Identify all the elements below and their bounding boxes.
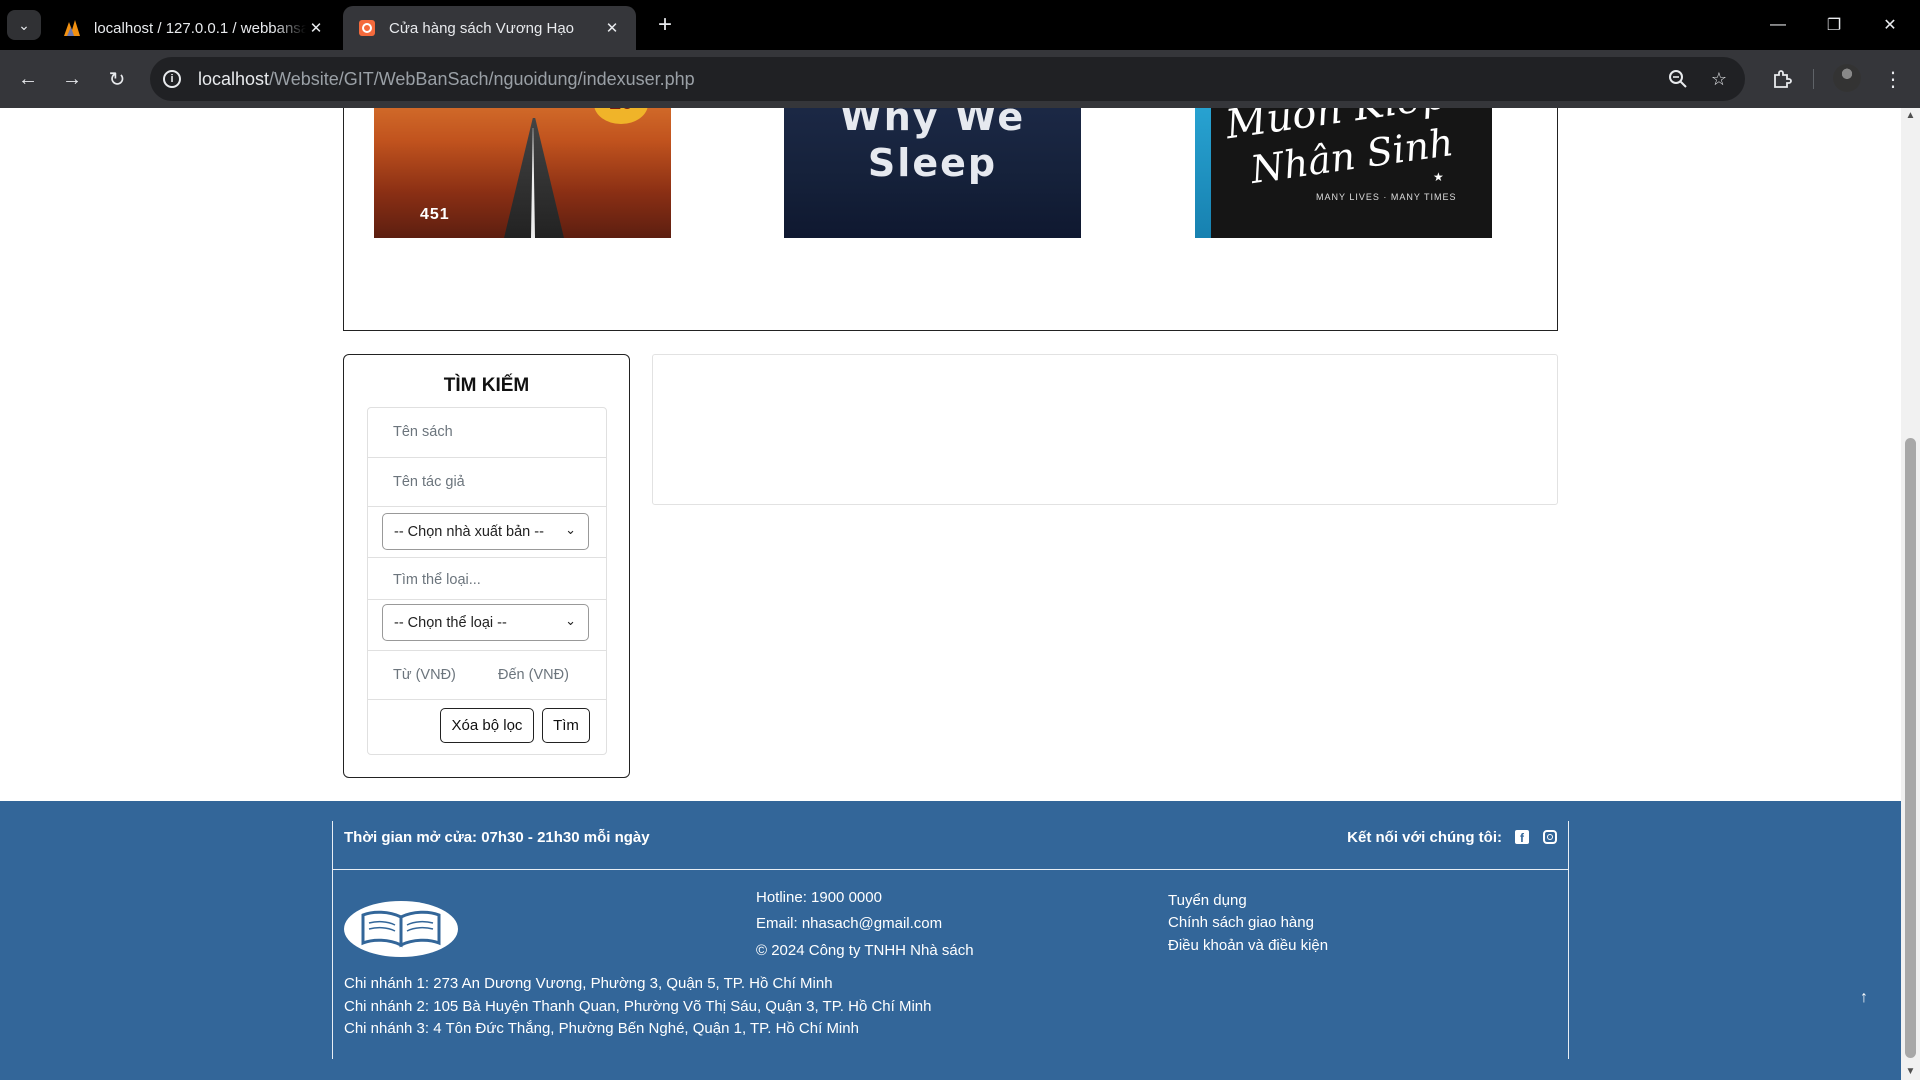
branch-address: Chi nhánh 1: 273 An Dương Vương, Phường … — [344, 975, 833, 992]
link-terms[interactable]: Điều khoản và điều kiện — [1168, 935, 1328, 957]
tab-bookstore[interactable]: Cửa hàng sách Vương Hạo ✕ — [343, 6, 636, 50]
browser-toolbar: ← → ↻ i localhost/Website/GIT/WebBanSach… — [0, 50, 1920, 108]
book-cover-subtitle: MANY LIVES · MANY TIMES — [1316, 192, 1457, 202]
window-close-icon[interactable]: ✕ — [1862, 0, 1918, 50]
toolbar-divider — [1813, 69, 1814, 89]
search-panel: TÌM KIẾM Tên sách Tên tác giả -- Chọn nh… — [343, 354, 630, 778]
publisher-select[interactable]: -- Chọn nhà xuất bản -- ⌄ — [382, 513, 589, 550]
phpmyadmin-icon — [62, 18, 82, 38]
footer: Thời gian mở cửa: 07h30 - 21h30 mỗi ngày… — [0, 801, 1901, 1080]
hotline: Hotline: 1900 0000 — [756, 889, 882, 906]
button-row: Xóa bộ lọc Tìm — [368, 700, 606, 755]
category-select-value: -- Chọn thể loại -- — [394, 614, 507, 631]
chevron-down-icon: ⌄ — [565, 522, 576, 537]
clear-filter-button[interactable]: Xóa bộ lọc — [440, 708, 534, 743]
price-range-row: Từ (VNĐ) Đến (VNĐ) — [368, 651, 606, 700]
page-viewport: 10 451 Why We Sleep Muôn Kiếp Nhân Sinh … — [0, 108, 1901, 1080]
site-favicon — [357, 18, 377, 38]
star-icon: ★ — [1433, 170, 1444, 184]
close-icon[interactable]: ✕ — [306, 19, 326, 37]
footer-content: Thời gian mở cửa: 07h30 - 21h30 mỗi ngày… — [332, 821, 1569, 1059]
author-placeholder: Tên tác giả — [393, 474, 465, 490]
email: Email: nhasach@gmail.com — [756, 915, 943, 932]
book-cover[interactable]: 10 451 — [374, 108, 671, 238]
category-search-placeholder: Tìm thể loại... — [393, 572, 481, 588]
more-menu-icon[interactable]: ⋮ — [1877, 63, 1909, 95]
link-careers[interactable]: Tuyển dụng — [1168, 890, 1247, 912]
browser-tab-bar: ⌄ localhost / 127.0.0.1 / webbansach ✕ C… — [0, 0, 1920, 50]
opening-hours: Thời gian mở cửa: 07h30 - 21h30 mỗi ngày — [344, 829, 650, 846]
close-icon[interactable]: ✕ — [602, 19, 622, 37]
tab-search-button[interactable]: ⌄ — [7, 10, 41, 40]
price-to-field[interactable]: Đến (VNĐ) — [498, 667, 568, 683]
address-bar[interactable]: i localhost/Website/GIT/WebBanSach/nguoi… — [150, 57, 1745, 101]
reload-icon[interactable]: ↻ — [101, 63, 133, 95]
url-text[interactable]: localhost/Website/GIT/WebBanSach/nguoidu… — [198, 69, 695, 90]
cover-stripe — [1195, 108, 1211, 238]
book-cover-title: Why We Sleep — [839, 108, 1026, 185]
copyright: © 2024 Công ty TNHH Nhà sách — [756, 942, 974, 959]
publisher-logo: 451 — [420, 206, 450, 223]
instagram-icon[interactable] — [1542, 829, 1558, 845]
search-button[interactable]: Tìm — [542, 708, 590, 743]
search-form: Tên sách Tên tác giả -- Chọn nhà xuất bả… — [367, 407, 607, 755]
category-row: -- Chọn thể loại -- ⌄ — [368, 600, 606, 651]
author-field[interactable]: Tên tác giả — [368, 458, 606, 507]
tab-title: localhost / 127.0.0.1 / webbansach — [94, 19, 306, 37]
connect-label: Kết nối với chúng tôi: — [1347, 829, 1502, 846]
link-shipping-policy[interactable]: Chính sách giao hàng — [1168, 912, 1314, 934]
chevron-down-icon: ⌄ — [565, 613, 576, 628]
tab-title: Cửa hàng sách Vương Hạo — [389, 19, 575, 37]
scroll-up-icon[interactable]: ▲ — [1901, 108, 1920, 124]
back-to-top-icon[interactable]: ↑ — [1860, 989, 1868, 1007]
minimize-icon[interactable]: — — [1750, 0, 1806, 50]
book-carousel: 10 451 Why We Sleep Muôn Kiếp Nhân Sinh … — [343, 108, 1558, 331]
branch-address: Chi nhánh 2: 105 Bà Huyện Thanh Quan, Ph… — [344, 998, 932, 1015]
category-search-field[interactable]: Tìm thể loại... — [368, 558, 606, 600]
category-select[interactable]: -- Chọn thể loại -- ⌄ — [382, 604, 589, 641]
extensions-icon[interactable] — [1766, 63, 1798, 95]
book-name-placeholder: Tên sách — [393, 424, 453, 440]
restore-icon[interactable]: ❐ — [1806, 0, 1862, 50]
book-name-field[interactable]: Tên sách — [368, 408, 606, 458]
bookstore-logo[interactable] — [344, 901, 458, 957]
book-cover[interactable]: Why We Sleep — [784, 108, 1081, 238]
new-tab-icon[interactable]: + — [650, 10, 680, 40]
scroll-down-icon[interactable]: ▼ — [1901, 1064, 1920, 1080]
tab-phpmyadmin[interactable]: localhost / 127.0.0.1 / webbansach ✕ — [48, 6, 340, 50]
publisher-select-value: -- Chọn nhà xuất bản -- — [394, 523, 544, 540]
facebook-icon[interactable]: f — [1514, 829, 1530, 845]
publisher-row: -- Chọn nhà xuất bản -- ⌄ — [368, 507, 606, 558]
bookmark-star-icon[interactable]: ☆ — [1707, 67, 1731, 91]
zoom-icon[interactable] — [1666, 67, 1690, 91]
branch-address: Chi nhánh 3: 4 Tôn Đức Thắng, Phường Bến… — [344, 1020, 859, 1037]
search-title: TÌM KIẾM — [443, 375, 530, 396]
results-panel — [652, 354, 1558, 505]
price-from-field[interactable]: Từ (VNĐ) — [393, 667, 456, 683]
back-arrow-icon[interactable]: ← — [12, 63, 44, 95]
bestseller-badge: 10 — [594, 108, 648, 124]
site-info-icon[interactable]: i — [150, 70, 194, 88]
book-cover[interactable]: Muôn Kiếp Nhân Sinh ★ MANY LIVES · MANY … — [1195, 108, 1492, 238]
footer-divider — [333, 869, 1568, 870]
forward-arrow-icon[interactable]: → — [56, 63, 88, 95]
profile-avatar[interactable] — [1833, 64, 1861, 92]
scroll-thumb[interactable] — [1905, 438, 1916, 1058]
page-scrollbar[interactable]: ▲ ▼ — [1901, 108, 1920, 1080]
